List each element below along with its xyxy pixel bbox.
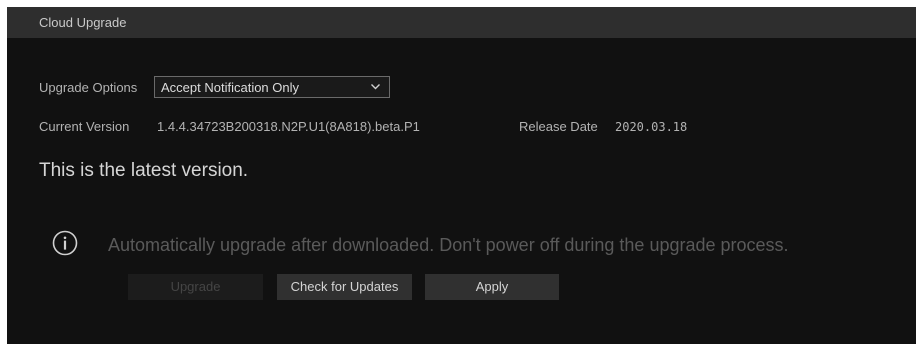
upgrade-button[interactable]: Upgrade — [128, 274, 263, 300]
check-for-updates-button[interactable]: Check for Updates — [277, 274, 412, 300]
cloud-upgrade-panel: Cloud Upgrade Upgrade Options Accept Not… — [7, 7, 916, 344]
release-date-value: 2020.03.18 — [615, 120, 688, 134]
upgrade-options-select[interactable]: Accept Notification Only — [154, 76, 390, 98]
upgrade-options-label: Upgrade Options — [39, 80, 138, 95]
title-bar: Cloud Upgrade — [7, 7, 916, 38]
version-status-message: This is the latest version. — [39, 160, 249, 181]
info-icon — [52, 230, 78, 256]
window-title: Cloud Upgrade — [39, 15, 127, 30]
current-version-value: 1.4.4.34723B200318.N2P.U1(8A818).beta.P1 — [157, 119, 420, 134]
apply-button[interactable]: Apply — [425, 274, 559, 300]
release-date-label: Release Date — [519, 119, 598, 134]
upgrade-options-value: Accept Notification Only — [161, 80, 300, 95]
upgrade-notice-text: Automatically upgrade after downloaded. … — [108, 235, 789, 255]
chevron-down-icon — [371, 84, 380, 90]
current-version-label: Current Version — [39, 119, 130, 134]
